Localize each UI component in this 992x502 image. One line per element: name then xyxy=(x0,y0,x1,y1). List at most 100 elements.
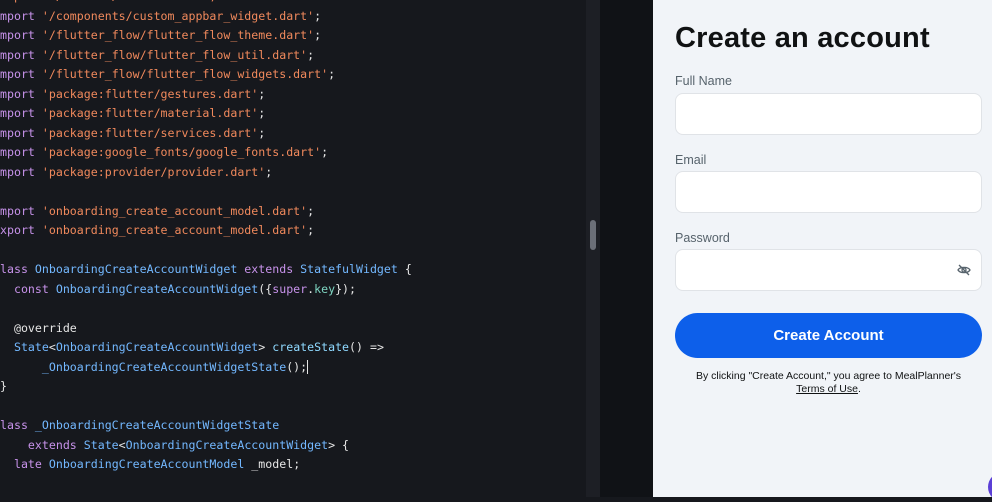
code-token: ; xyxy=(314,8,322,23)
terms-notice-suffix: . xyxy=(857,383,861,395)
code-line: late OnboardingCreateAccountModel _model… xyxy=(0,455,300,475)
code-token: import '/backend/backend.dart'; xyxy=(0,0,216,3)
email-label: Email xyxy=(675,153,707,167)
code-line: @override xyxy=(0,319,77,339)
code-line: State<OnboardingCreateAccountWidget> cre… xyxy=(0,338,384,358)
code-line: } xyxy=(0,377,7,397)
code-token: ; xyxy=(258,106,266,120)
code-token: _model; xyxy=(244,457,301,471)
code-token: 'package:flutter/material.dart' xyxy=(41,106,259,120)
code-token: mport xyxy=(0,28,42,42)
password-field[interactable] xyxy=(675,249,982,291)
code-token: ; xyxy=(265,164,273,179)
code-token: 'onboarding_create_account_model.dart' xyxy=(41,203,308,218)
code-token: OnboardingCreateAccountWidget xyxy=(55,340,259,354)
code-token: ; xyxy=(328,67,336,81)
code-line: mport 'package:flutter/gestures.dart'; xyxy=(0,85,265,105)
code-token: createState xyxy=(272,340,350,354)
code-token: lass xyxy=(0,262,35,276)
code-line: mport '/components/custom_appbar_widget.… xyxy=(0,7,321,27)
code-token: _OnboardingCreateAccountWidgetState xyxy=(34,418,280,432)
code-line: mport '/flutter_flow/flutter_flow_theme.… xyxy=(0,26,321,46)
code-token: }); xyxy=(335,281,357,296)
code-token: mport xyxy=(0,203,42,218)
full-name-field[interactable] xyxy=(675,93,982,135)
code-token: '/flutter_flow/flutter_flow_widgets.dart… xyxy=(41,67,329,81)
terms-of-use-link[interactable]: Terms of Use xyxy=(796,383,858,395)
code-line: mport '/flutter_flow/flutter_flow_util.d… xyxy=(0,46,314,66)
code-token: ; xyxy=(307,47,315,62)
code-token: mport xyxy=(0,86,42,101)
editor-scrollbar-thumb[interactable] xyxy=(590,220,596,250)
code-token: > { xyxy=(328,437,350,452)
code-token: } xyxy=(0,379,7,393)
create-account-button[interactable]: Create Account xyxy=(675,313,982,358)
code-line: extends State<OnboardingCreateAccountWid… xyxy=(0,436,349,456)
code-token: OnboardingCreateAccountWidget xyxy=(125,437,329,452)
code-token: extends xyxy=(0,437,84,452)
code-line: xport 'onboarding_create_account_model.d… xyxy=(0,221,314,241)
code-token: '/components/custom_appbar_widget.dart' xyxy=(41,8,315,23)
code-token: () => xyxy=(349,340,384,354)
terms-notice-text: By clicking "Create Account," you agree … xyxy=(695,370,962,382)
code-token: key xyxy=(314,281,336,296)
eye-off-icon[interactable] xyxy=(957,263,971,277)
code-token: mport xyxy=(0,125,42,140)
code-token: extends xyxy=(237,262,301,276)
code-token: 'package:google_fonts/google_fonts.dart' xyxy=(41,145,322,159)
code-line: lass OnboardingCreateAccountWidget exten… xyxy=(0,260,412,280)
code-token: ; xyxy=(307,203,315,218)
code-line: const OnboardingCreateAccountWidget({sup… xyxy=(0,280,356,300)
code-token: '/flutter_flow/flutter_flow_theme.dart' xyxy=(41,28,315,42)
code-line: mport 'onboarding_create_account_model.d… xyxy=(0,202,314,222)
terms-notice: By clicking "Create Account," you agree … xyxy=(675,370,982,396)
code-token: ; xyxy=(321,145,329,159)
code-token: mport xyxy=(0,106,42,120)
full-name-label: Full Name xyxy=(675,74,732,88)
code-token: 'package:flutter/gestures.dart' xyxy=(41,86,259,101)
code-token: @override xyxy=(0,320,77,335)
text-caret xyxy=(307,360,309,374)
email-field[interactable] xyxy=(675,171,982,213)
password-label: Password xyxy=(675,231,730,245)
code-token: OnboardingCreateAccountModel xyxy=(48,457,245,471)
code-token: mport xyxy=(0,8,42,23)
code-line: mport 'package:flutter/material.dart'; xyxy=(0,104,265,124)
code-token: State xyxy=(0,340,49,354)
code-token: ; xyxy=(307,223,315,237)
code-token: ({ xyxy=(258,281,273,296)
code-token: '/flutter_flow/flutter_flow_util.dart' xyxy=(41,47,308,62)
panel-divider xyxy=(600,0,653,497)
code-line: mport 'package:provider/provider.dart'; xyxy=(0,163,272,183)
code-token: mport xyxy=(0,164,42,179)
code-line: mport 'package:flutter/services.dart'; xyxy=(0,124,265,144)
code-token: < xyxy=(48,340,56,354)
code-token: ; xyxy=(258,86,266,101)
code-token: ; xyxy=(314,28,322,42)
code-token: _OnboardingCreateAccountWidgetState xyxy=(0,359,287,374)
code-token: OnboardingCreateAccountWidget xyxy=(34,262,238,276)
code-line: _OnboardingCreateAccountWidgetState(); xyxy=(0,358,309,378)
code-token: mport xyxy=(0,145,42,159)
code-token: (); xyxy=(286,359,308,374)
code-token: late xyxy=(0,457,49,471)
code-token: StatefulWidget xyxy=(300,262,398,276)
code-token: State xyxy=(83,437,119,452)
code-token: super xyxy=(272,281,308,296)
code-token: lass xyxy=(0,418,35,432)
code-token: 'package:flutter/services.dart' xyxy=(41,125,259,140)
code-line: lass _OnboardingCreateAccountWidgetState xyxy=(0,416,279,436)
code-token: < xyxy=(118,437,126,452)
code-token: const xyxy=(0,281,56,296)
code-token: > xyxy=(258,340,273,354)
code-token: xport xyxy=(0,223,42,237)
code-token: mport xyxy=(0,47,42,62)
code-token: 'onboarding_create_account_model.dart' xyxy=(41,223,308,237)
code-token: mport xyxy=(0,67,42,81)
code-token: OnboardingCreateAccountWidget xyxy=(55,281,259,296)
code-line: mport '/flutter_flow/flutter_flow_widget… xyxy=(0,65,335,85)
code-token: 'package:provider/provider.dart' xyxy=(41,164,266,179)
code-editor[interactable]: import '/backend/backend.dart'; mport '/c… xyxy=(0,0,586,497)
page-title: Create an account xyxy=(675,22,930,54)
app-preview: Create an account Full Name Email Passwo… xyxy=(653,0,992,497)
